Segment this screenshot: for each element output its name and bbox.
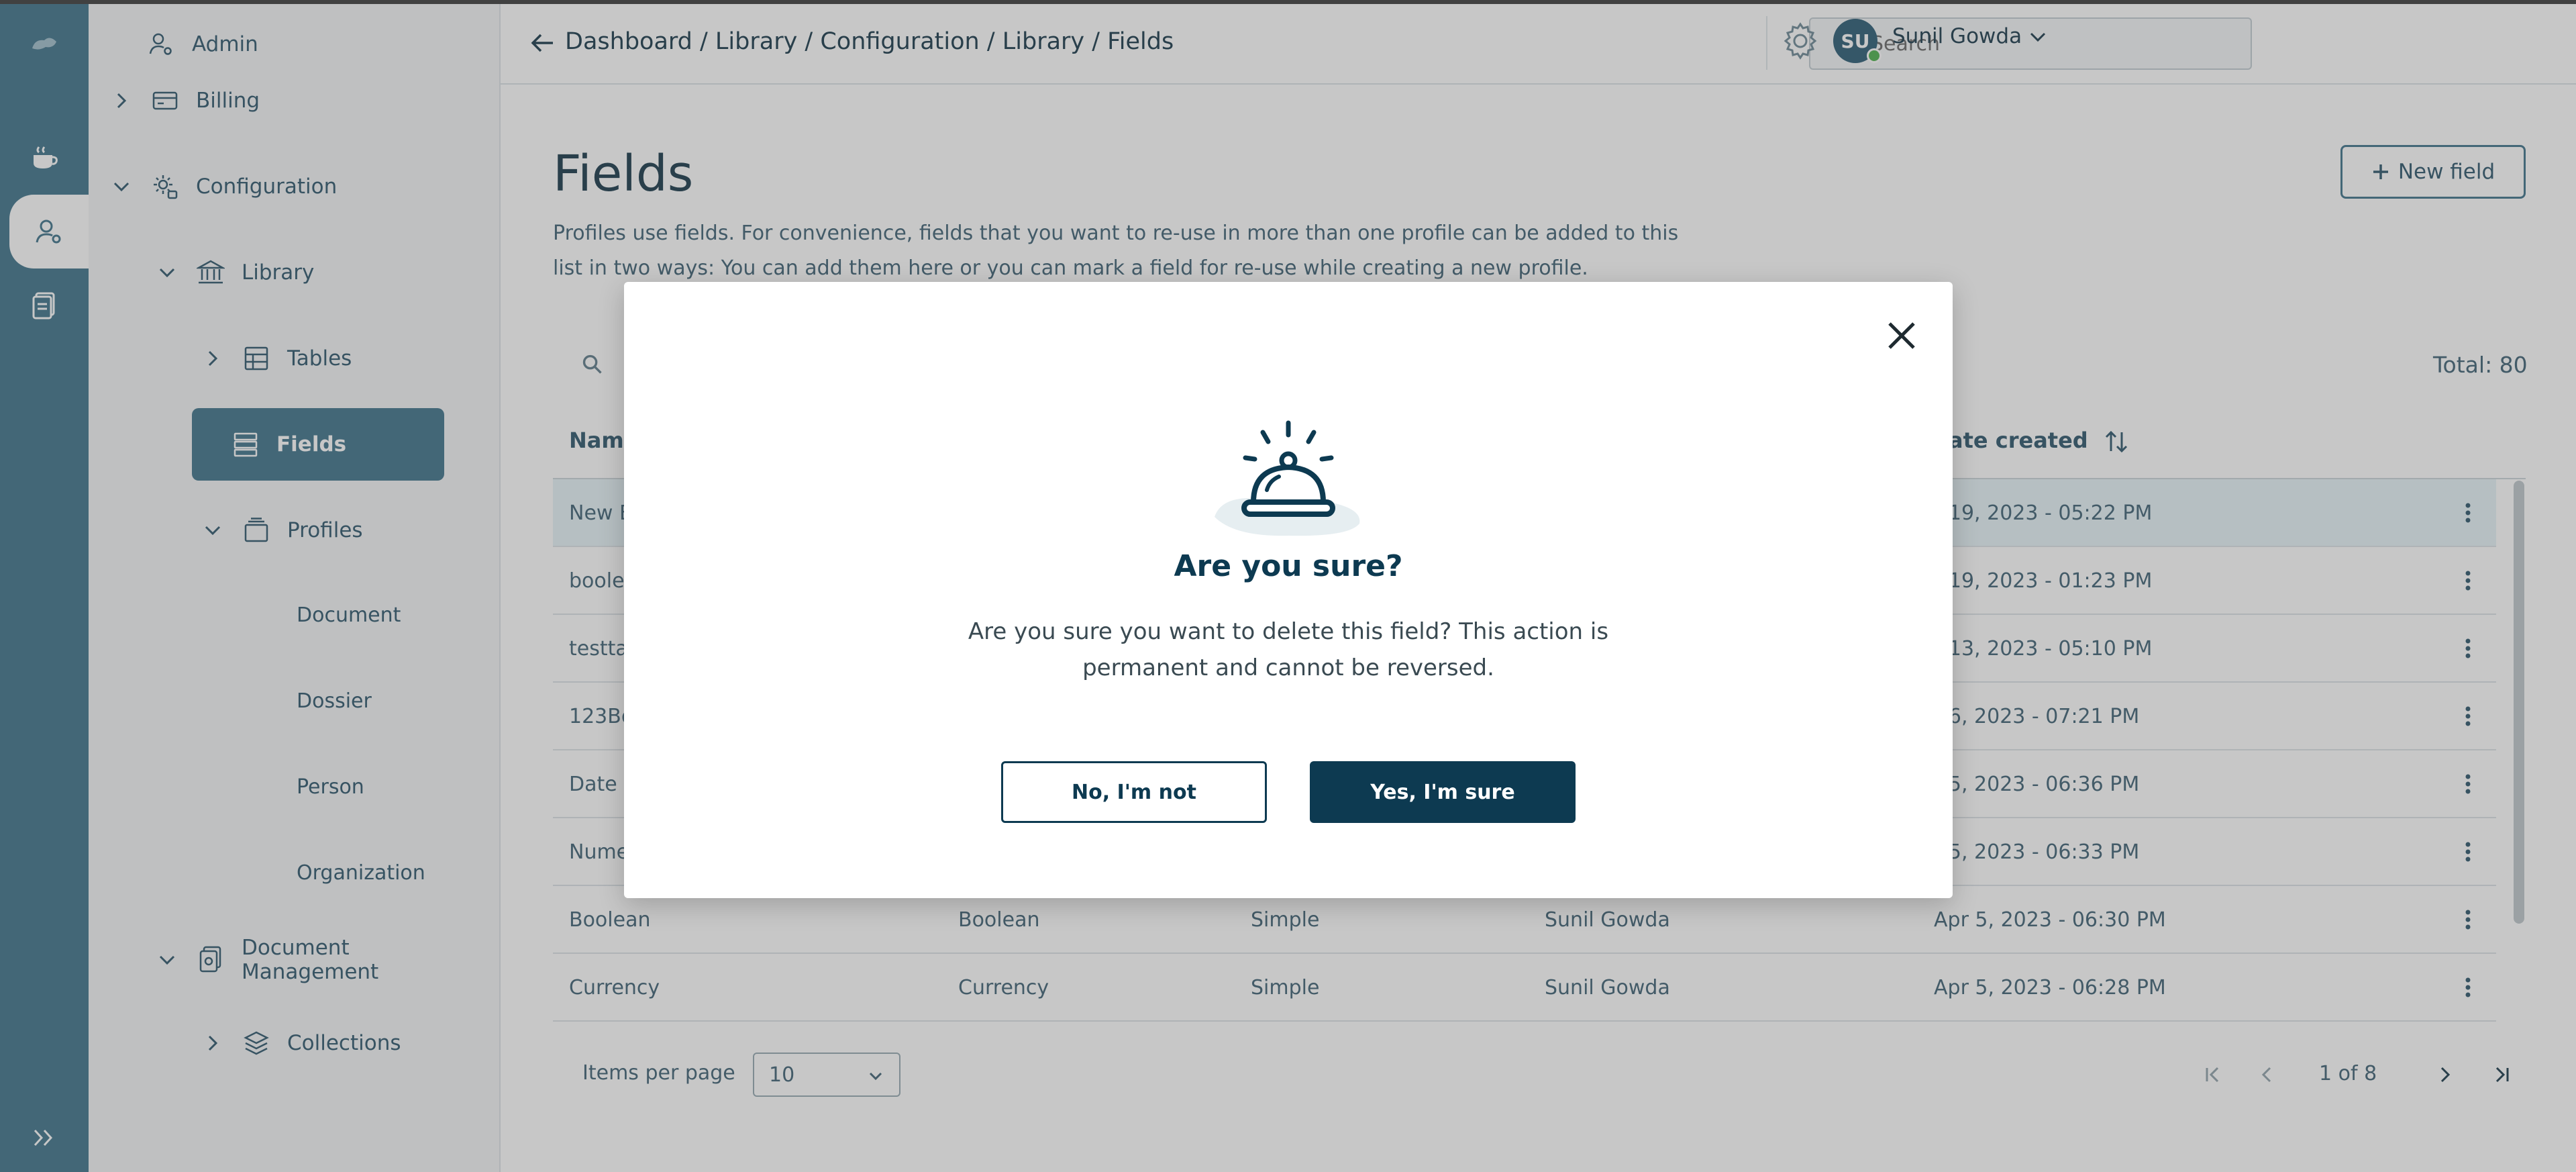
service-bell-icon bbox=[1201, 403, 1376, 550]
confirm-delete-dialog: Are you sure? Are you sure you want to d… bbox=[624, 282, 1953, 898]
confirm-delete-button[interactable]: Yes, I'm sure bbox=[1310, 761, 1576, 823]
dialog-title: Are you sure? bbox=[1174, 549, 1403, 583]
dialog-message: Are you sure you want to delete this fie… bbox=[968, 618, 1609, 681]
cancel-button[interactable]: No, I'm not bbox=[1001, 761, 1267, 823]
close-icon[interactable] bbox=[1883, 317, 1920, 354]
